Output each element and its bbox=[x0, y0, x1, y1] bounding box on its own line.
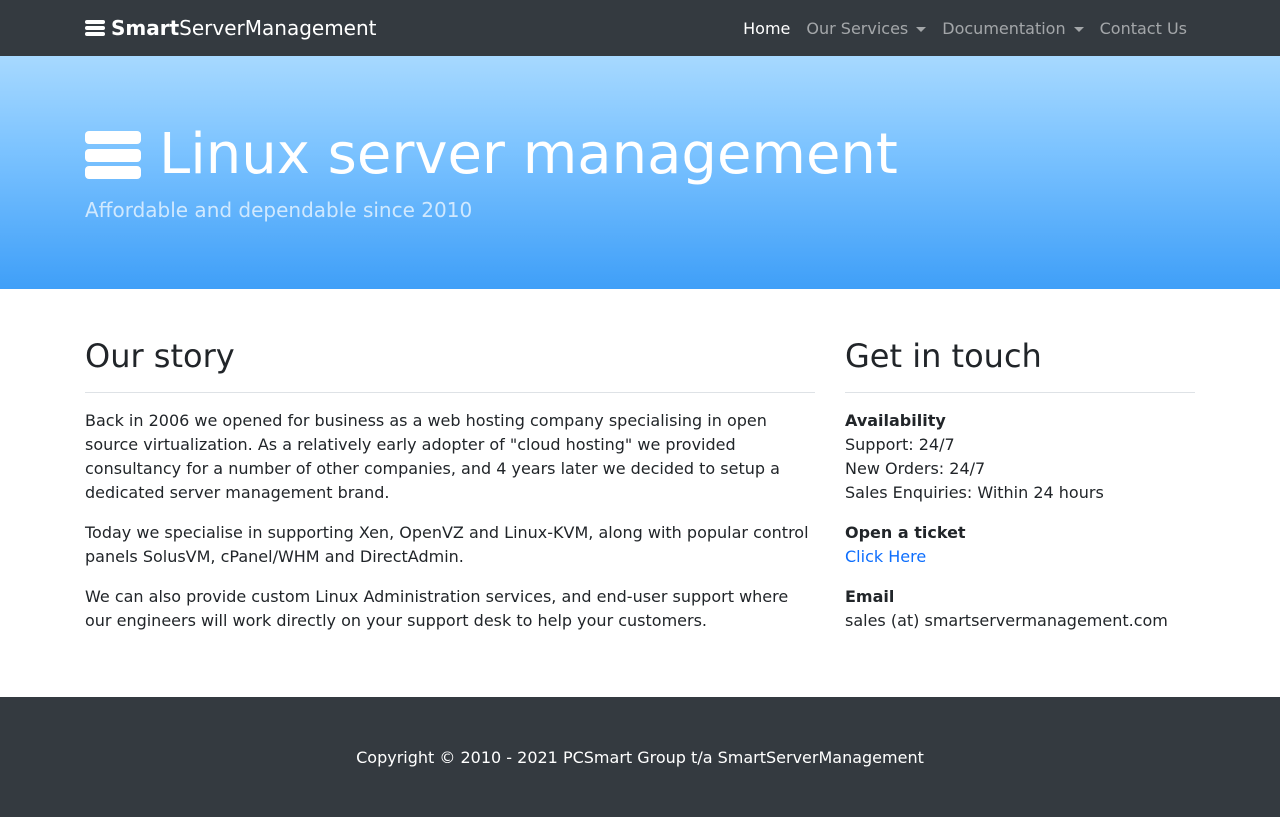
caret-down-icon bbox=[916, 26, 927, 32]
nav-home-label: Home bbox=[743, 18, 791, 38]
nav-our-services[interactable]: Our Services bbox=[798, 19, 934, 38]
nav-links: Home Our Services Documentation Contact … bbox=[735, 0, 1195, 56]
story-paragraph: We can also provide custom Linux Adminis… bbox=[85, 587, 789, 630]
story-paragraph: Today we specialise in supporting Xen, O… bbox=[85, 523, 809, 566]
caret-down-icon bbox=[1073, 26, 1084, 32]
hero-title-text: Linux server management bbox=[159, 122, 898, 187]
main-content: Our story Back in 2006 we opened for bus… bbox=[0, 289, 1280, 697]
server-icon bbox=[85, 20, 105, 36]
availability-line: New Orders: 24/7 bbox=[845, 459, 986, 478]
story-section: Our story Back in 2006 we opened for bus… bbox=[85, 337, 815, 649]
availability-line: Sales Enquiries: Within 24 hours bbox=[845, 483, 1104, 502]
navbar: Smart ServerManagement Home Our Services … bbox=[0, 0, 1280, 56]
nav-contact-us-label: Contact Us bbox=[1099, 18, 1187, 38]
server-icon bbox=[85, 131, 141, 179]
availability-label: Availability bbox=[845, 411, 946, 430]
nav-contact-us[interactable]: Contact Us bbox=[1092, 19, 1195, 38]
brand-bold-text: Smart bbox=[111, 16, 180, 40]
story-paragraph: Back in 2006 we opened for business as a… bbox=[85, 411, 780, 502]
nav-documentation[interactable]: Documentation bbox=[934, 19, 1091, 38]
ticket-block: Open a ticket Click Here bbox=[845, 521, 1195, 569]
availability-line: Support: 24/7 bbox=[845, 435, 955, 454]
hero-title: Linux server management bbox=[85, 122, 898, 188]
ticket-label: Open a ticket bbox=[845, 523, 966, 542]
contact-section: Get in touch Availability Support: 24/7 … bbox=[845, 337, 1195, 649]
story-heading: Our story bbox=[85, 337, 815, 393]
brand-rest-text: ServerManagement bbox=[179, 16, 377, 40]
copyright-text: Copyright © 2010 - 2021 PCSmart Group t/… bbox=[356, 747, 924, 767]
hero-subtitle: Affordable and dependable since 2010 bbox=[85, 198, 473, 222]
open-ticket-link[interactable]: Click Here bbox=[845, 547, 926, 566]
email-label: Email bbox=[845, 587, 895, 606]
email-block: Email sales (at) smartservermanagement.c… bbox=[845, 585, 1195, 633]
nav-home[interactable]: Home bbox=[735, 19, 798, 38]
hero-banner: Linux server management Affordable and d… bbox=[0, 56, 1280, 289]
nav-our-services-label: Our Services bbox=[806, 18, 909, 38]
availability-block: Availability Support: 24/7 New Orders: 2… bbox=[845, 409, 1195, 505]
footer: Copyright © 2010 - 2021 PCSmart Group t/… bbox=[0, 697, 1280, 817]
brand-link[interactable]: Smart ServerManagement bbox=[85, 0, 377, 56]
contact-heading: Get in touch bbox=[845, 337, 1195, 393]
email-value: sales (at) smartservermanagement.com bbox=[845, 611, 1168, 630]
nav-documentation-label: Documentation bbox=[942, 18, 1066, 38]
